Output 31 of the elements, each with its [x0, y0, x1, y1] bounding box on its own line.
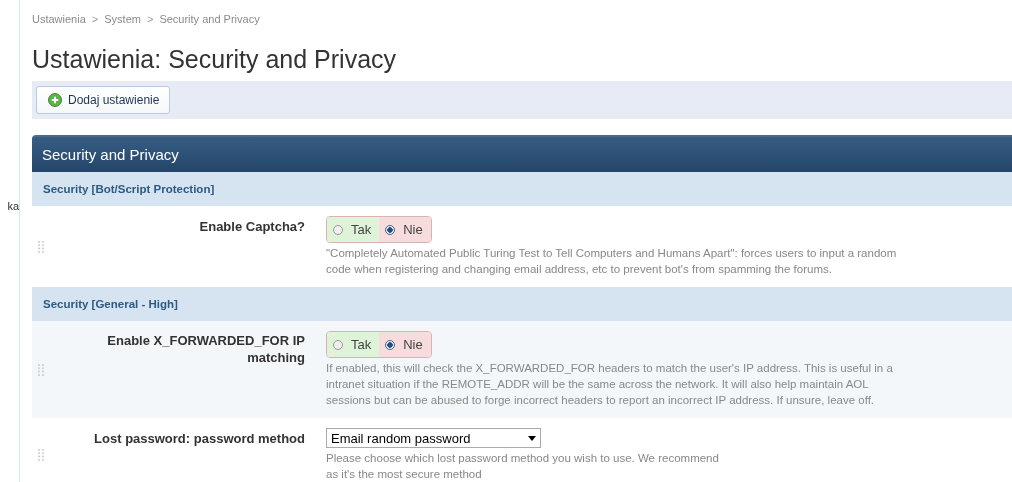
- radio-option[interactable]: Tak: [327, 217, 380, 242]
- setting-description: code when registering and changing email address, etc to prevent bot's from spamming the forums.: [326, 262, 833, 277]
- setting-label: Enable X_FORWARDED_FOR IP matching: [106, 332, 305, 366]
- setting-description: Please choose which lost password method you wish to use. We recommend: [326, 451, 719, 466]
- setting-description: "Completely Automated Public Turing Test to Tell Computers and Humans Apart": forces users to input a random: [326, 246, 897, 261]
- setting-label: Enable Captcha?: [199, 218, 305, 235]
- plus-icon: [48, 93, 62, 107]
- setting-description: as it's the most secure method: [326, 467, 483, 482]
- setting-label: Lost password: password method: [94, 430, 305, 447]
- sidebar-item[interactable]: ka: [0, 200, 19, 212]
- breadcrumb-separator: >: [91, 13, 99, 25]
- radio-option[interactable]: Tak: [327, 332, 380, 357]
- page-title: Ustawienia: Security and Privacy: [32, 44, 398, 75]
- panel-title: Security and Privacy: [42, 146, 179, 163]
- add-setting-button[interactable]: Dodaj ustawienie: [36, 86, 171, 114]
- drag-handle-icon[interactable]: [37, 362, 45, 377]
- breadcrumb-link[interactable]: Security and Privacy: [159, 13, 260, 25]
- caret-icon: [528, 435, 536, 441]
- drag-handle-icon[interactable]: [37, 448, 45, 462]
- breadcrumb-link[interactable]: System: [104, 13, 141, 25]
- setting-description: sessions but can be abused to forge incorrect headers to report an incorrect IP address. If unsure, leave off.: [326, 393, 876, 408]
- breadcrumb-link[interactable]: Ustawienia: [32, 13, 86, 25]
- setting-description: If enabled, this will check the X_FORWARDED_FOR headers to match the user's IP address. This is useful in a: [326, 361, 893, 376]
- section-title: Security [Bot/Script Protection]: [43, 183, 215, 195]
- radio-option[interactable]: Nie: [379, 217, 431, 242]
- drag-handle-icon[interactable]: [37, 239, 45, 254]
- breadcrumb-separator: >: [146, 13, 154, 25]
- method-dropdown[interactable]: Email random password: [326, 428, 541, 448]
- setting-description: intranet situation if the REMOTE_ADDR will be the same across the network. It will also help maintain AOL: [326, 377, 870, 392]
- radio-option[interactable]: Nie: [379, 332, 431, 357]
- section-title: Security [General - High]: [43, 298, 178, 310]
